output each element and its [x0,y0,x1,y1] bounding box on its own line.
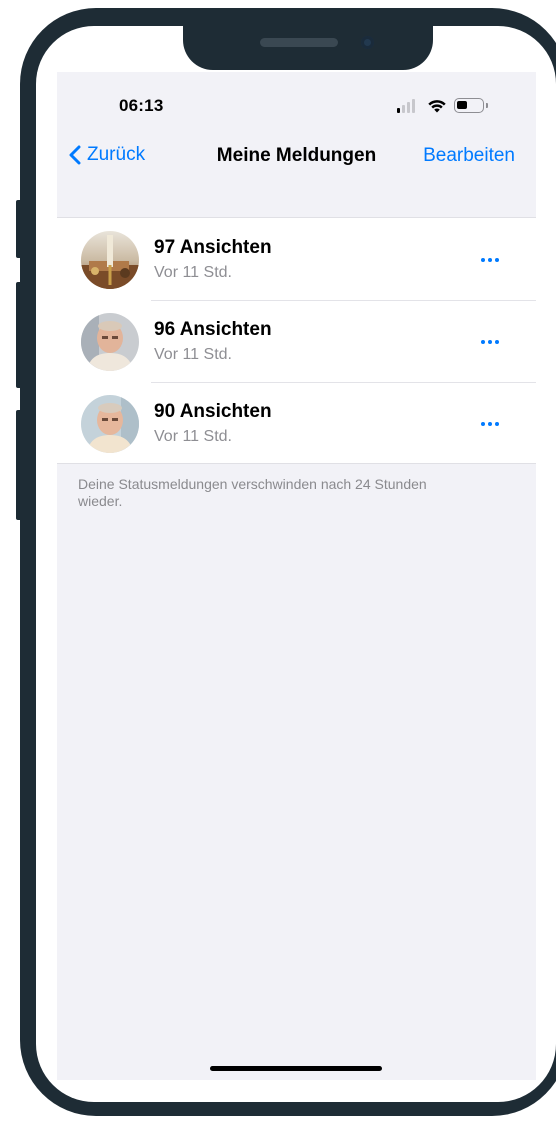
view-count: 97 Ansichten [154,237,272,258]
status-bar: 06:13 [57,72,536,132]
avatar [81,395,139,453]
status-update-row[interactable]: 96 Ansichten Vor 11 Std. [57,300,536,382]
home-indicator[interactable] [210,1066,382,1071]
more-options-button[interactable] [475,251,505,269]
front-camera [361,36,374,49]
more-options-button[interactable] [475,333,505,351]
footer-note: Deine Statusmeldungen verschwinden nach … [78,476,427,509]
status-time: 06:13 [119,96,164,115]
more-options-button[interactable] [475,415,505,433]
ellipsis-icon [481,258,485,262]
view-count: 96 Ansichten [154,319,272,340]
battery-tip [486,103,488,108]
status-updates-list: 97 Ansichten Vor 11 Std. 96 Ansichten Vo… [57,217,536,464]
status-update-row[interactable]: 90 Ansichten Vor 11 Std. [57,382,536,464]
time-ago: Vor 11 Std. [154,264,232,281]
notch [183,24,433,70]
status-update-row[interactable]: 97 Ansichten Vor 11 Std. [57,218,536,300]
ellipsis-icon [481,422,485,426]
battery-icon [454,98,484,113]
time-ago: Vor 11 Std. [154,346,232,363]
screen: 06:13 Zurück Meine Meldungen Bearbeiten [57,72,536,1080]
avatar [81,313,139,371]
view-count: 90 Ansichten [154,401,272,422]
cellular-signal-icon [397,99,419,113]
ellipsis-icon [481,340,485,344]
edit-button[interactable]: Bearbeiten [423,145,515,167]
speaker-grille [260,38,338,47]
wifi-icon [428,100,446,113]
time-ago: Vor 11 Std. [154,428,232,445]
navigation-bar: Zurück Meine Meldungen Bearbeiten [57,138,536,174]
avatar [81,231,139,289]
